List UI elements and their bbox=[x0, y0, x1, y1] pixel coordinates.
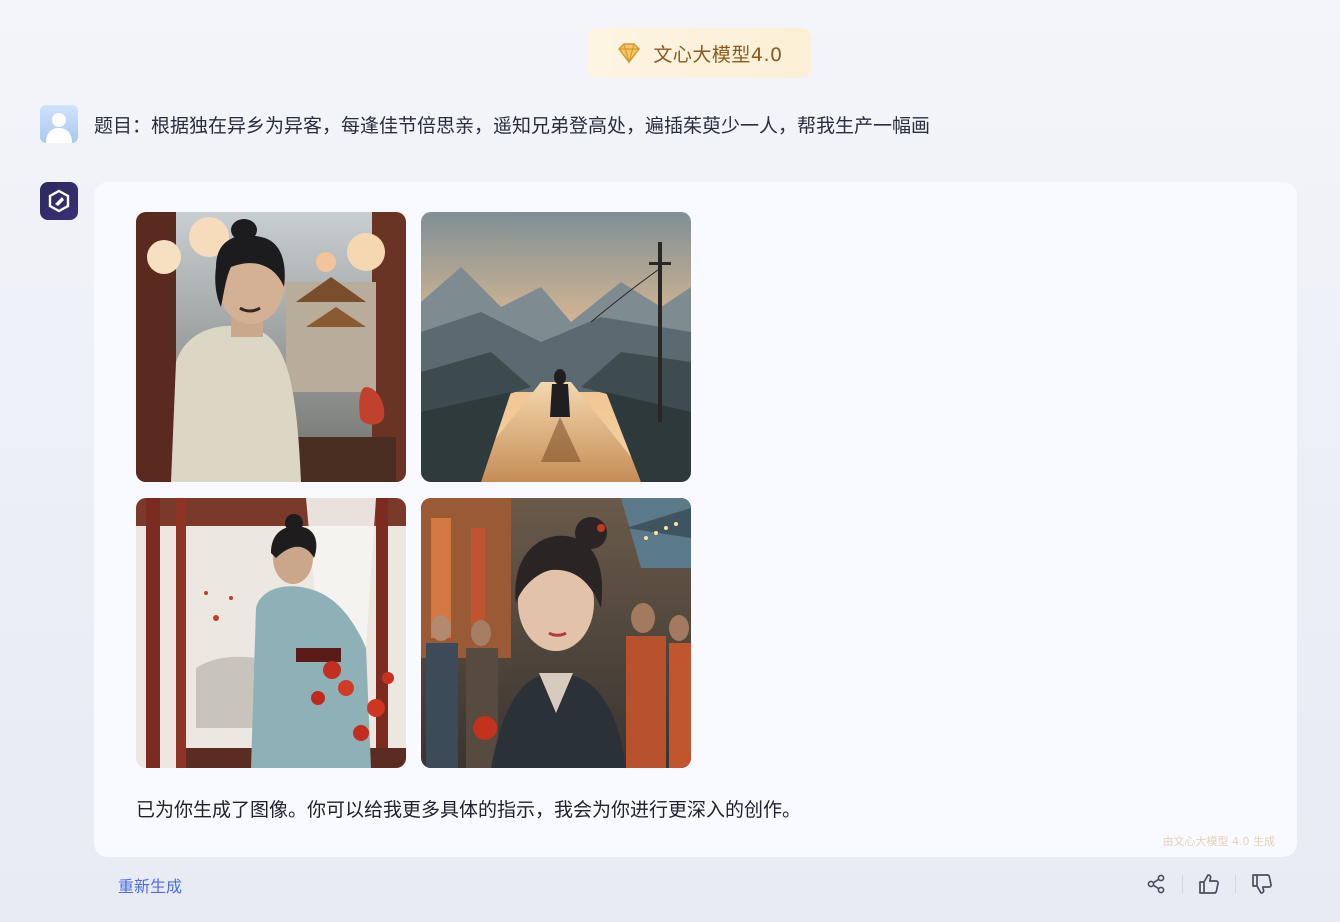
user-message-text: 题目：根据独在异乡为异客，每逢佳节倍思亲，遥知兄弟登高处，遍插茱萸少一人，帮我生… bbox=[94, 114, 931, 137]
image-man-lanterns[interactable] bbox=[136, 212, 406, 482]
image-road-landscape[interactable] bbox=[421, 212, 691, 482]
divider bbox=[1182, 875, 1183, 893]
assistant-avatar bbox=[40, 182, 78, 220]
divider bbox=[1235, 875, 1236, 893]
regenerate-button[interactable]: 重新生成 bbox=[118, 873, 182, 897]
user-avatar bbox=[40, 105, 78, 143]
thumbs-up-icon[interactable] bbox=[1195, 870, 1223, 898]
assistant-answer-card: 已为你生成了图像。你可以给我更多具体的指示，我会为你进行更深入的创作。 由文心大… bbox=[94, 182, 1297, 857]
model-badge: 文心大模型4.0 bbox=[587, 28, 811, 78]
image-woman-crowd[interactable] bbox=[421, 498, 691, 768]
ernie-logo-icon bbox=[48, 189, 70, 213]
diamond-icon bbox=[615, 42, 643, 64]
thumbs-down-icon[interactable] bbox=[1248, 870, 1276, 898]
user-message: 题目：根据独在异乡为异客，每逢佳节倍思亲，遥知兄弟登高处，遍插茱萸少一人，帮我生… bbox=[40, 102, 1300, 146]
model-label: 文心大模型4.0 bbox=[653, 43, 783, 66]
message-actions bbox=[1142, 870, 1276, 898]
assistant-message-text: 已为你生成了图像。你可以给我更多具体的指示，我会为你进行更深入的创作。 bbox=[136, 799, 802, 821]
share-icon[interactable] bbox=[1142, 870, 1170, 898]
generation-watermark: 由文心大模型 4.0 生成 bbox=[1162, 835, 1276, 848]
image-man-blue-robe[interactable] bbox=[136, 498, 406, 768]
